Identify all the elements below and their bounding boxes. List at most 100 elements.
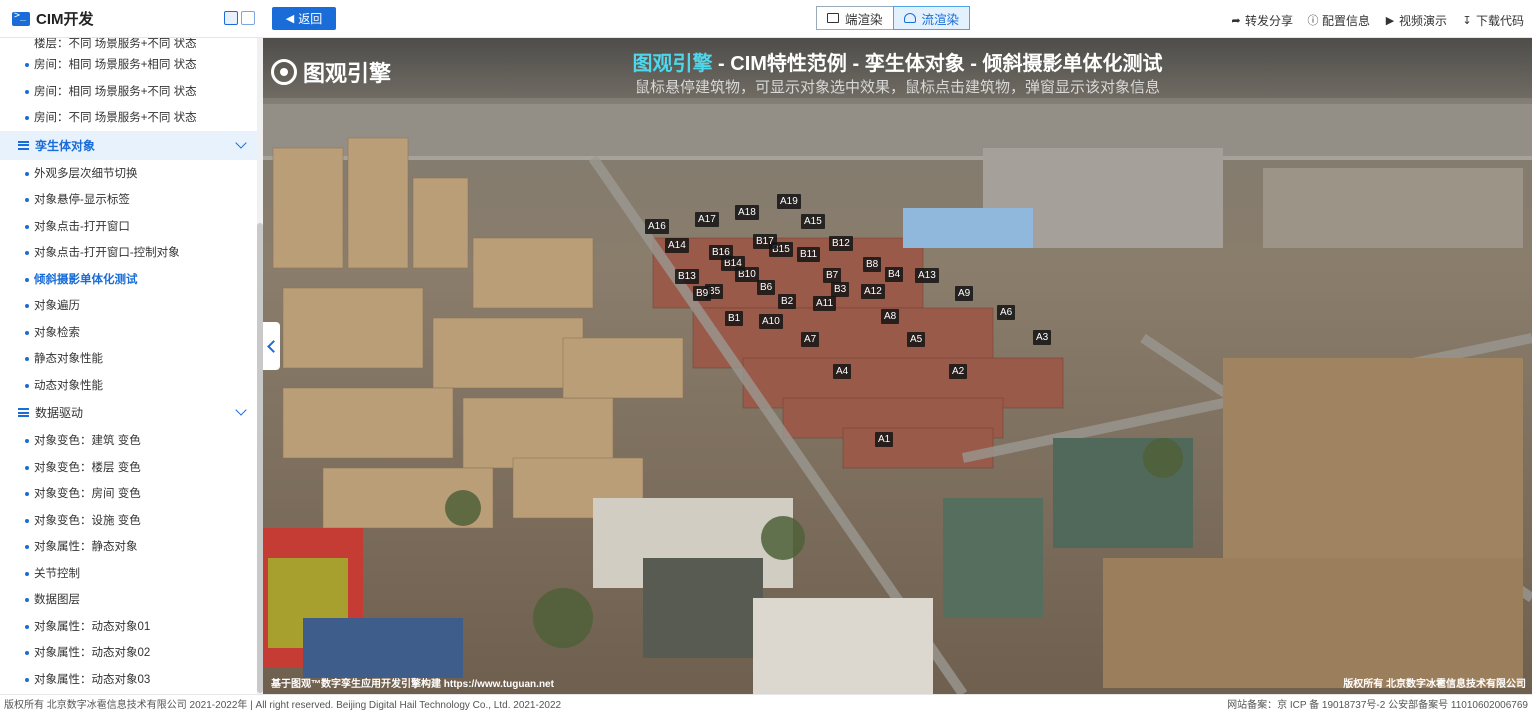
sidebar-item[interactable]: 对象属性：动态对象02 <box>0 639 263 666</box>
sidebar-item[interactable]: 对象变色：房间 变色 <box>0 480 263 507</box>
sidebar-item[interactable]: 静态对象性能 <box>0 345 263 372</box>
sidebar-item[interactable]: 对象属性：静态对象 <box>0 533 263 560</box>
view-toggle <box>224 11 255 25</box>
building-label[interactable]: A18 <box>735 205 759 220</box>
sidebar-group-twin-objects[interactable]: 孪生体对象 <box>0 130 263 160</box>
video-demo-label: 视频演示 <box>1398 14 1447 28</box>
client-render-button[interactable]: 端渲染 <box>816 6 893 30</box>
scene-title: 图观引擎 - CIM特性范例 - 孪生体对象 - 倾斜摄影单体化测试 <box>263 47 1532 76</box>
building-label[interactable]: B8 <box>863 257 882 272</box>
sidebar-item-truncated[interactable]: 楼层：不同 场景服务+不同 状态 <box>0 38 263 51</box>
app-title: CIM开发 <box>36 11 94 28</box>
share-button[interactable]: ➦ 转发分享 <box>1230 12 1293 29</box>
stream-render-button[interactable]: 流渲染 <box>892 6 971 30</box>
config-info-label: 配置信息 <box>1321 14 1370 28</box>
building-label[interactable]: A6 <box>997 305 1016 320</box>
building-label[interactable]: B4 <box>885 267 904 282</box>
building-label[interactable]: A16 <box>645 219 669 234</box>
download-icon: ↧ <box>1462 14 1472 27</box>
chevron-down-icon <box>235 136 247 149</box>
sidebar-item[interactable]: 对象变色：设施 变色 <box>0 507 263 534</box>
sidebar-item[interactable]: 对象检索 <box>0 319 263 346</box>
building-label[interactable]: B13 <box>675 269 699 284</box>
play-icon: ▶ <box>1385 14 1395 27</box>
client-render-label: 端渲染 <box>845 12 883 27</box>
building-label[interactable]: B11 <box>797 247 821 262</box>
sidebar-item[interactable]: 数据图层 <box>0 586 263 613</box>
building-label[interactable]: B12 <box>829 236 853 251</box>
top-toolbar: ◀ 返回 端渲染 流渲染 ➦ 转发分享 ⓘ 配置信息 ▶ 视频演示 ↧ 下载代码 <box>263 0 1532 38</box>
building-label[interactable]: B7 <box>823 268 842 283</box>
info-icon: ⓘ <box>1307 14 1319 27</box>
config-info-button[interactable]: ⓘ 配置信息 <box>1307 12 1370 29</box>
sidebar-item[interactable]: 房间：不同 场景服务+不同 状态 <box>0 104 263 131</box>
scene-viewport[interactable]: 图观引擎 图观引擎 - CIM特性范例 - 孪生体对象 - 倾斜摄影单体化测试 … <box>263 38 1532 694</box>
sidebar-item[interactable]: 房间：相同 场景服务+相同 状态 <box>0 51 263 78</box>
oblique-photo-scene[interactable] <box>263 38 1532 694</box>
building-label[interactable]: A19 <box>777 194 801 209</box>
building-label[interactable]: A15 <box>801 214 825 229</box>
building-label[interactable]: A4 <box>833 364 852 379</box>
scene-title-rest: - CIM特性范例 - 孪生体对象 - 倾斜摄影单体化测试 <box>712 53 1163 75</box>
render-mode-toggle: 端渲染 流渲染 <box>816 6 971 30</box>
sidebar-item[interactable]: 关节控制 <box>0 560 263 587</box>
monitor-icon <box>827 13 839 23</box>
sidebar-item[interactable]: 动态对象性能 <box>0 372 263 399</box>
sidebar-item[interactable]: 外观多层次细节切换 <box>0 160 263 187</box>
building-label[interactable]: A9 <box>955 286 974 301</box>
scene-title-highlight: 图观引擎 <box>632 53 713 75</box>
sidebar-item[interactable]: 对象变色：楼层 变色 <box>0 454 263 481</box>
scene-subtitle: 鼠标悬停建筑物，可显示对象选中效果，鼠标点击建筑物，弹窗显示该对象信息 <box>634 79 1160 96</box>
list-view-icon[interactable] <box>224 11 238 25</box>
building-label[interactable]: A2 <box>949 364 968 379</box>
brand-area: CIM开发 <box>0 0 263 38</box>
sidebar-item-active[interactable]: 倾斜摄影单体化测试 <box>0 266 263 293</box>
sidebar-group-label: 孪生体对象 <box>35 138 96 153</box>
sidebar-group-data-driven[interactable]: 数据驱动 <box>0 398 263 427</box>
card-view-icon[interactable] <box>241 11 255 25</box>
list-icon <box>18 408 29 417</box>
back-arrow-icon: ◀ <box>285 13 295 25</box>
sidebar-item[interactable]: 对象点击-打开窗口-控制对象 <box>0 239 263 266</box>
building-label[interactable]: A12 <box>861 284 885 299</box>
engine-credit: 基于图观™数字孪生应用开发引擎构建 https://www.tuguan.net <box>271 679 554 690</box>
building-label[interactable]: A7 <box>801 332 820 347</box>
building-label[interactable]: B9 <box>693 286 712 301</box>
sidebar-item[interactable]: 对象悬停-显示标签 <box>0 186 263 213</box>
building-label[interactable]: A10 <box>759 314 783 329</box>
building-label[interactable]: B3 <box>831 282 850 297</box>
building-label[interactable]: B17 <box>753 234 777 249</box>
sidebar: 楼层：不同 场景服务+不同 状态 房间：相同 场景服务+相同 状态 房间：相同 … <box>0 38 263 694</box>
share-label: 转发分享 <box>1244 14 1293 28</box>
sidebar-item[interactable]: 房间：相同 场景服务+不同 状态 <box>0 78 263 105</box>
stream-render-label: 流渲染 <box>921 12 960 27</box>
building-label[interactable]: A1 <box>875 432 894 447</box>
building-label[interactable]: A8 <box>881 309 900 324</box>
download-code-label: 下载代码 <box>1475 14 1524 28</box>
building-label[interactable]: A11 <box>813 296 837 311</box>
terminal-icon <box>12 10 30 26</box>
building-label[interactable]: B16 <box>709 245 733 260</box>
chevron-down-icon <box>235 404 247 416</box>
building-label[interactable]: A5 <box>907 332 926 347</box>
building-label[interactable]: B1 <box>725 311 744 326</box>
download-code-button[interactable]: ↧ 下载代码 <box>1461 12 1524 29</box>
building-label[interactable]: B2 <box>778 294 797 309</box>
copyright-overlay: 版权所有 北京数字冰雹信息技术有限公司 <box>1343 679 1526 690</box>
building-label[interactable]: A3 <box>1033 330 1052 345</box>
list-icon <box>18 140 29 150</box>
sidebar-collapse-button[interactable] <box>263 322 280 370</box>
back-button[interactable]: ◀ 返回 <box>272 7 336 30</box>
building-label[interactable]: A17 <box>695 212 719 227</box>
sidebar-item[interactable]: 对象点击-打开窗口 <box>0 213 263 240</box>
sidebar-item[interactable]: 对象属性：动态对象01 <box>0 613 263 640</box>
building-label[interactable]: A13 <box>915 268 939 283</box>
sidebar-item[interactable]: 对象属性：动态对象03 <box>0 666 263 693</box>
share-icon: ➦ <box>1231 14 1241 27</box>
building-label[interactable]: B6 <box>757 280 776 295</box>
building-label[interactable]: A14 <box>665 238 689 253</box>
video-demo-button[interactable]: ▶ 视频演示 <box>1384 12 1447 29</box>
sidebar-item[interactable]: 对象遍历 <box>0 292 263 319</box>
page-footer: 版权所有 北京数字冰雹信息技术有限公司 2021-2022年 | All rig… <box>0 694 1532 712</box>
sidebar-item[interactable]: 对象变色：建筑 变色 <box>0 427 263 454</box>
